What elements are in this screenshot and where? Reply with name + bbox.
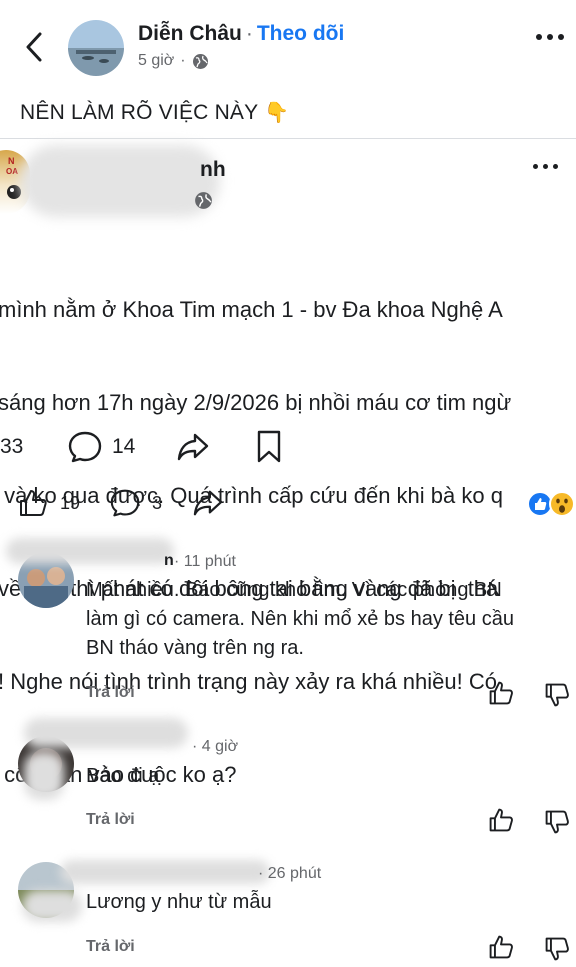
comment-dislike-button[interactable] (544, 936, 570, 967)
comment-line: Mất nhiều. Báo cũng khó tìm. Vì các phòn… (86, 579, 502, 601)
follow-button[interactable]: Theo dõi (257, 22, 345, 45)
body-line: sáng hơn 17h ngày 2/9/2026 bị nhồi máu c… (0, 390, 512, 415)
like-count: 19 (60, 492, 81, 513)
reaction-summary[interactable] (527, 490, 576, 518)
comment-line: BN tháo vàng trên ng ra. (86, 637, 304, 659)
thumbs-down-icon (545, 683, 569, 707)
page-avatar[interactable] (68, 20, 124, 76)
share-button[interactable] (192, 486, 224, 520)
comment-count: 3 (152, 492, 163, 513)
share-arrow-icon (177, 433, 209, 461)
reply-button[interactable]: Trả lời (86, 811, 135, 829)
comment-button[interactable]: 3 (110, 486, 162, 520)
commenter-name[interactable]: n (164, 552, 174, 570)
shared-post-author-name[interactable]: nh (200, 158, 226, 182)
comment-like-button[interactable] (488, 934, 514, 965)
share-arrow-icon (193, 490, 223, 516)
post-time[interactable]: 5 giờ (138, 52, 174, 70)
separator: · (180, 52, 186, 69)
comment-dislike-button[interactable] (544, 809, 570, 840)
comment-text: Báo đi ạ (86, 765, 160, 787)
shared-comment-button[interactable]: 14 (68, 430, 135, 464)
post-header-title: Diễn Châu · Theo dõi (138, 22, 344, 46)
comment-time: · 26 phút (258, 865, 322, 882)
comment-count: 14 (112, 435, 136, 458)
separator: · (245, 22, 253, 45)
more-dot-icon (543, 164, 548, 169)
caption-text: NÊN LÀM RÕ VIỆC NÀY (20, 101, 259, 124)
thumbs-down-icon (545, 937, 569, 961)
back-button[interactable] (20, 30, 50, 64)
svg-text:N: N (8, 156, 15, 166)
blurred-avatar-overlay (22, 890, 82, 922)
comment-time: · 11 phút (174, 553, 236, 570)
comment-like-button[interactable] (488, 680, 514, 711)
blurred-avatar-overlay (24, 752, 64, 800)
thumbs-up-icon (489, 935, 513, 959)
svg-text:OA: OA (6, 167, 18, 176)
like-reaction-icon (527, 491, 553, 517)
thumbs-up-icon (489, 808, 513, 832)
comment-time: · 4 giờ (192, 738, 239, 755)
shared-share-button[interactable] (176, 430, 210, 464)
chevron-left-icon (26, 32, 42, 62)
post-caption: NÊN LÀM RÕ VIỆC NÀY 👇 (20, 100, 289, 125)
more-dot-icon (533, 164, 538, 169)
blurred-name-overlay (6, 538, 174, 564)
thumbs-up-icon (489, 681, 513, 705)
globe-icon (192, 53, 208, 69)
reply-button[interactable]: Trả lời (86, 684, 135, 702)
comment-line: làm gì có camera. Nên khi mổ xẻ bs hay t… (86, 608, 514, 630)
like-count: 33 (0, 435, 24, 458)
shared-save-button[interactable] (256, 430, 282, 464)
thumbs-up-icon (20, 490, 47, 516)
bookmark-icon (257, 430, 281, 463)
comment-dislike-button[interactable] (544, 682, 570, 713)
comment-bubble-icon (110, 489, 140, 517)
comment-text: Mất nhiều. Báo cũng khó tìm. Vì các phòn… (86, 576, 514, 663)
more-dot-icon (553, 164, 558, 169)
comment-bubble-icon (68, 431, 102, 463)
thumbs-down-icon (545, 810, 569, 834)
comment-text: Lương y như từ mẫu (86, 891, 272, 913)
blurred-name-overlay (24, 718, 188, 748)
blurred-name-overlay (20, 145, 220, 217)
blurred-name-overlay (60, 860, 270, 884)
comment-like-button[interactable] (488, 807, 514, 838)
page-name[interactable]: Diễn Châu (138, 22, 242, 45)
more-dot-icon (547, 34, 553, 40)
reply-button[interactable]: Trả lời (86, 938, 135, 956)
body-line: mình nằm ở Khoa Tim mạch 1 - bv Đa khoa … (0, 297, 503, 322)
globe-icon (194, 191, 213, 215)
body-line: và ko qua được. Quá trình cấp cứu đến kh… (0, 483, 503, 508)
shared-more-options-button[interactable] (533, 164, 558, 169)
more-dot-icon (536, 34, 542, 40)
more-options-button[interactable] (536, 34, 564, 40)
wow-reaction-icon (549, 491, 575, 517)
more-dot-icon (558, 34, 564, 40)
shared-like-count[interactable]: 33 (0, 430, 23, 464)
post-meta: 5 giờ · (138, 52, 209, 70)
pointing-down-emoji-icon: 👇 (264, 102, 290, 124)
like-button[interactable]: 19 (18, 486, 80, 520)
